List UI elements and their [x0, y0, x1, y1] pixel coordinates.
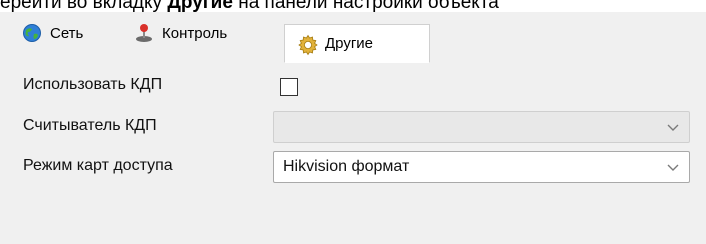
card-mode-label: Режим карт доступа [23, 157, 173, 174]
gear-icon [297, 34, 318, 55]
card-mode-row: Режим карт доступа Hikvision формат [0, 150, 706, 183]
tab-strip: Сеть Контроль Другие [0, 12, 706, 63]
tab-network-label: Сеть [50, 24, 84, 42]
reader-label: Считыватель КДП [23, 117, 157, 134]
settings-panel: Использовать КДП Считыватель КДП Режим к… [0, 50, 706, 244]
use-kdp-checkbox[interactable] [280, 78, 298, 96]
globe-icon [22, 23, 42, 43]
reader-select[interactable] [273, 111, 690, 143]
use-kdp-label: Использовать КДП [23, 76, 163, 93]
chevron-down-icon [667, 124, 679, 131]
tab-other-label: Другие [325, 35, 374, 52]
chevron-down-icon [667, 164, 679, 171]
tab-network[interactable]: Сеть [10, 16, 122, 50]
reader-row: Считыватель КДП [0, 110, 706, 143]
tab-control-label: Контроль [162, 24, 228, 42]
joystick-icon [134, 23, 154, 43]
tab-control[interactable]: Контроль [122, 16, 282, 50]
use-kdp-row: Использовать КДП [0, 70, 706, 102]
card-mode-select-value: Hikvision формат [283, 158, 410, 175]
card-mode-select[interactable]: Hikvision формат [273, 151, 690, 183]
tab-other[interactable]: Другие [284, 24, 430, 63]
